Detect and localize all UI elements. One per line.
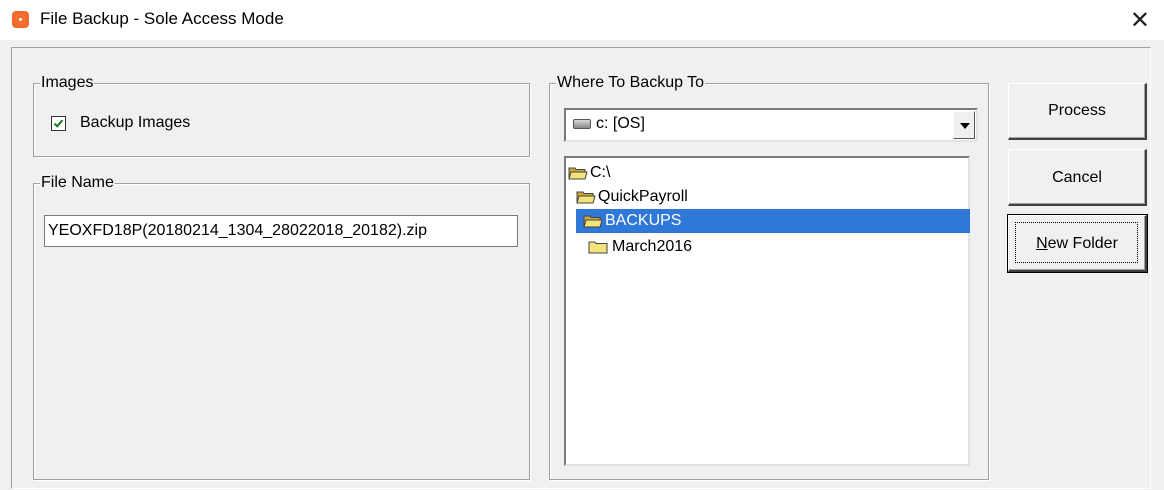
- tree-item-label: March2016: [612, 238, 693, 255]
- tree-item-label: C:\: [590, 164, 611, 181]
- drive-icon: [573, 119, 591, 129]
- filename-group-legend: File Name: [40, 173, 115, 193]
- open-folder-icon: [568, 167, 588, 180]
- backup-images-checkbox[interactable]: [51, 116, 66, 131]
- new-folder-label-rest: ew Folder: [1047, 235, 1118, 252]
- close-icon[interactable]: ✕: [1130, 6, 1150, 34]
- images-group-legend: Images: [40, 73, 95, 93]
- tree-item-c-root[interactable]: C:\: [568, 161, 648, 185]
- title-bar: File Backup - Sole Access Mode ✕: [0, 0, 1164, 40]
- drive-select[interactable]: c: [OS]: [564, 108, 978, 142]
- tree-item-backups[interactable]: BACKUPS: [576, 209, 970, 233]
- filename-input[interactable]: YEOXFD18P(20180214_1304_28022018_20182).…: [44, 215, 518, 247]
- new-folder-button-label: New Folder: [1009, 235, 1145, 253]
- tree-item-label: QuickPayroll: [598, 188, 688, 205]
- dropdown-arrow-icon[interactable]: [953, 111, 975, 139]
- tree-item-quickpayroll[interactable]: QuickPayroll: [576, 185, 736, 209]
- cancel-button[interactable]: Cancel: [1008, 149, 1147, 206]
- drive-select-value: c: [OS]: [596, 115, 645, 132]
- new-folder-mnemonic: N: [1036, 235, 1048, 252]
- process-button[interactable]: Process: [1008, 83, 1147, 140]
- images-group: Images Backup Images: [33, 73, 530, 157]
- filename-group: File Name YEOXFD18P(20180214_1304_280220…: [33, 173, 530, 480]
- backup-location-group: Where To Backup To c: [OS] C:\ QuickPayr…: [549, 73, 989, 480]
- dialog-client-area: Images Backup Images File Name YEOXFD18P…: [0, 40, 1164, 490]
- backup-location-legend: Where To Backup To: [556, 73, 706, 93]
- tree-item-march2016[interactable]: March2016: [588, 235, 748, 259]
- folder-icon: [588, 241, 608, 254]
- app-icon: [12, 11, 29, 28]
- checkmark-icon: [53, 119, 64, 128]
- folder-tree[interactable]: C:\ QuickPayroll BACKUPS March2016: [564, 156, 970, 466]
- process-button-label: Process: [1048, 102, 1106, 119]
- open-folder-icon: [576, 191, 596, 204]
- tree-item-label: BACKUPS: [605, 212, 682, 229]
- open-folder-icon: [583, 215, 603, 228]
- cancel-button-label: Cancel: [1052, 169, 1102, 186]
- backup-images-label[interactable]: Backup Images: [80, 114, 190, 132]
- window-title: File Backup - Sole Access Mode: [40, 9, 284, 28]
- new-folder-button[interactable]: New Folder: [1007, 214, 1148, 273]
